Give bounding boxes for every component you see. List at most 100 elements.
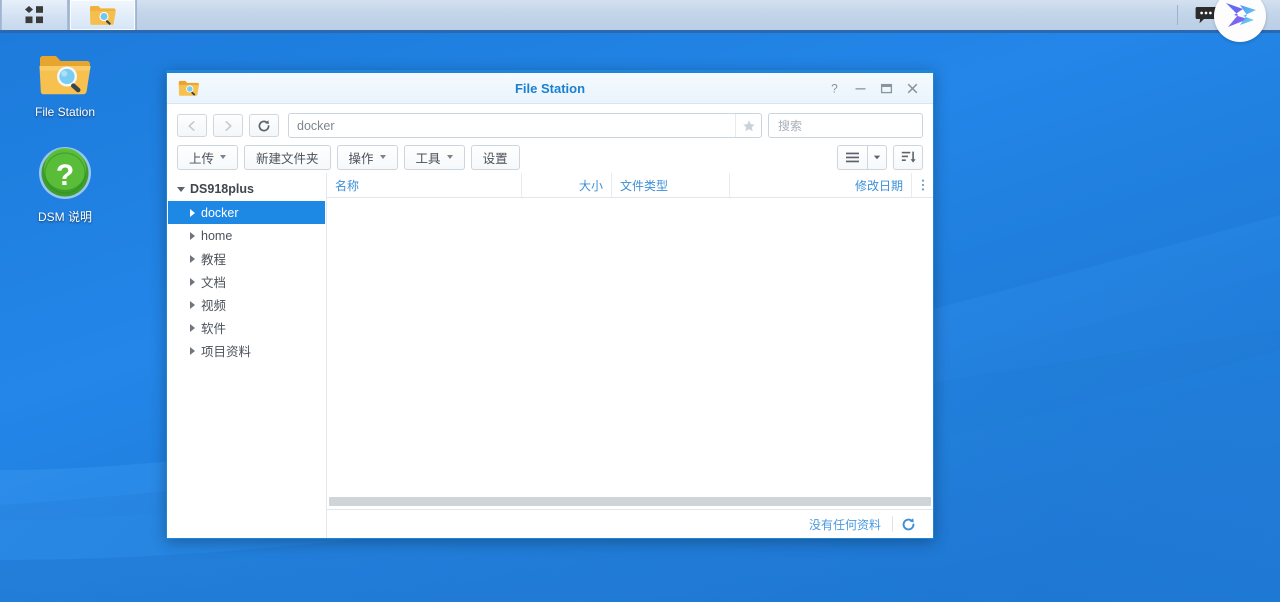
- sidebar-item-docker[interactable]: docker: [168, 201, 325, 224]
- folder-search-icon: [89, 6, 116, 25]
- sidebar-item-shipin[interactable]: 视频: [168, 293, 325, 316]
- chevron-down-icon: [379, 155, 386, 159]
- tray-divider: [1177, 5, 1178, 25]
- column-header-modified[interactable]: 修改日期: [730, 173, 912, 197]
- back-button[interactable]: [177, 114, 207, 137]
- sidebar-item-label: home: [201, 228, 233, 243]
- sidebar-item-home[interactable]: home: [168, 224, 325, 247]
- column-label: 名称: [335, 178, 360, 193]
- triangle-down-icon: [177, 186, 185, 192]
- window-icon: [178, 78, 200, 98]
- sidebar-item-xiangmuziliao[interactable]: 项目资料: [168, 339, 325, 362]
- scrollbar-thumb[interactable]: [329, 496, 931, 506]
- desktop-icon-file-station[interactable]: File Station: [17, 50, 113, 119]
- column-header-filetype[interactable]: 文件类型: [612, 173, 730, 197]
- column-header-name[interactable]: 名称: [327, 173, 522, 197]
- taskbar-item-file-station[interactable]: [69, 0, 136, 30]
- close-icon: [907, 83, 917, 93]
- status-bar: 没有任何资料: [327, 509, 933, 538]
- sidebar-item-wendang[interactable]: 文档: [168, 270, 325, 293]
- triangle-right-icon: [190, 277, 195, 286]
- horizontal-scrollbar[interactable]: [327, 493, 933, 509]
- sidebar-item-label: docker: [201, 205, 239, 220]
- sidebar-item-jiaocheng[interactable]: 教程: [168, 247, 325, 270]
- chevron-left-icon: [188, 120, 195, 131]
- tools-button[interactable]: 工具: [403, 144, 465, 170]
- path-bar[interactable]: [288, 113, 762, 138]
- toolbar-right-group: [837, 144, 923, 170]
- desktop: File Station ? DSM 说明 File Station ? doc…: [0, 0, 1280, 602]
- window-minimize-button[interactable]: [847, 75, 873, 101]
- main-menu-button[interactable]: [1, 0, 68, 30]
- triangle-right-icon: [190, 323, 195, 332]
- sidebar-item-label: 文档: [201, 276, 227, 290]
- column-options-button[interactable]: [912, 173, 933, 197]
- sort-descending-icon: [901, 151, 916, 163]
- sort-button[interactable]: [893, 144, 923, 170]
- favorite-button[interactable]: [735, 114, 761, 137]
- desktop-icon-label: DSM 说明: [37, 210, 92, 224]
- window-controls: ?: [821, 75, 933, 101]
- minimize-icon: [855, 87, 865, 89]
- question-circle-icon: ?: [39, 147, 91, 199]
- new-folder-button[interactable]: 新建文件夹: [244, 144, 331, 170]
- triangle-right-icon: [190, 254, 195, 263]
- question-mark-icon: ?: [831, 82, 838, 95]
- chevron-right-icon: [225, 120, 232, 131]
- folder-search-icon: [39, 56, 91, 95]
- search-box[interactable]: [768, 113, 933, 138]
- desktop-icon-dsm-help[interactable]: ? DSM 说明: [17, 145, 113, 225]
- triangle-right-icon: [190, 346, 195, 355]
- window-titlebar[interactable]: File Station ?: [167, 73, 933, 104]
- upload-button[interactable]: 上传: [177, 144, 239, 170]
- status-text: 没有任何资料: [808, 517, 881, 532]
- window-help-button[interactable]: ?: [821, 75, 847, 101]
- list-view-button[interactable]: [837, 144, 867, 170]
- sidebar-tree: DS918plus docker home 教程 文档 视频 软件 项目资料: [167, 173, 327, 538]
- sidebar-item-ruanjian[interactable]: 软件: [168, 316, 325, 339]
- svg-text:?: ?: [56, 159, 74, 192]
- search-input[interactable]: [778, 118, 933, 133]
- star-icon: [742, 119, 755, 131]
- apps-grid-icon: [24, 6, 43, 24]
- synology-logo-icon: [1226, 3, 1256, 27]
- chevron-down-icon: [873, 155, 881, 160]
- window-body: DS918plus docker home 教程 文档 视频 软件 项目资料 名…: [167, 173, 933, 538]
- svg-text:?: ?: [831, 82, 838, 95]
- upload-button-label: 上传: [189, 151, 215, 166]
- path-input[interactable]: [289, 118, 735, 133]
- sidebar-item-label: 视频: [201, 299, 227, 313]
- file-list[interactable]: [327, 198, 933, 493]
- refresh-button[interactable]: [249, 114, 279, 137]
- new-folder-button-label: 新建文件夹: [256, 151, 319, 166]
- window-maximize-button[interactable]: [873, 75, 899, 101]
- tools-button-label: 工具: [415, 151, 441, 166]
- refresh-icon: [258, 119, 270, 131]
- settings-button[interactable]: 设置: [470, 144, 520, 170]
- column-header-size[interactable]: 大小: [522, 173, 612, 197]
- sidebar-item-label: 项目资料: [201, 345, 252, 359]
- vertical-dots-icon: [921, 179, 924, 191]
- column-label: 修改日期: [854, 178, 903, 193]
- view-mode-group: [837, 144, 887, 170]
- file-station-window: File Station ? docker 搜索 上传 新建文件夹 操作 工具 …: [166, 70, 934, 539]
- column-label: 大小: [578, 178, 603, 193]
- triangle-right-icon: [190, 300, 195, 309]
- chevron-down-icon: [446, 155, 453, 159]
- list-view-icon: [846, 152, 859, 162]
- maximize-icon: [880, 83, 892, 93]
- action-button-label: 操作: [348, 151, 374, 166]
- synology-logo[interactable]: [1214, 0, 1266, 42]
- sidebar-item-label: 教程: [201, 253, 227, 267]
- window-close-button[interactable]: [899, 75, 925, 101]
- column-label: 文件类型: [620, 178, 669, 193]
- window-title: File Station: [514, 80, 586, 96]
- view-mode-dropdown[interactable]: [867, 144, 887, 170]
- forward-button[interactable]: [213, 114, 243, 137]
- action-button[interactable]: 操作: [336, 144, 398, 170]
- sidebar-item-label: 软件: [201, 322, 227, 336]
- status-refresh-button[interactable]: [893, 513, 923, 535]
- column-headers: 名称 大小 文件类型 修改日期: [327, 173, 933, 198]
- taskbar: [0, 0, 1280, 33]
- sidebar-root-ds918plus[interactable]: DS918plus: [167, 177, 326, 201]
